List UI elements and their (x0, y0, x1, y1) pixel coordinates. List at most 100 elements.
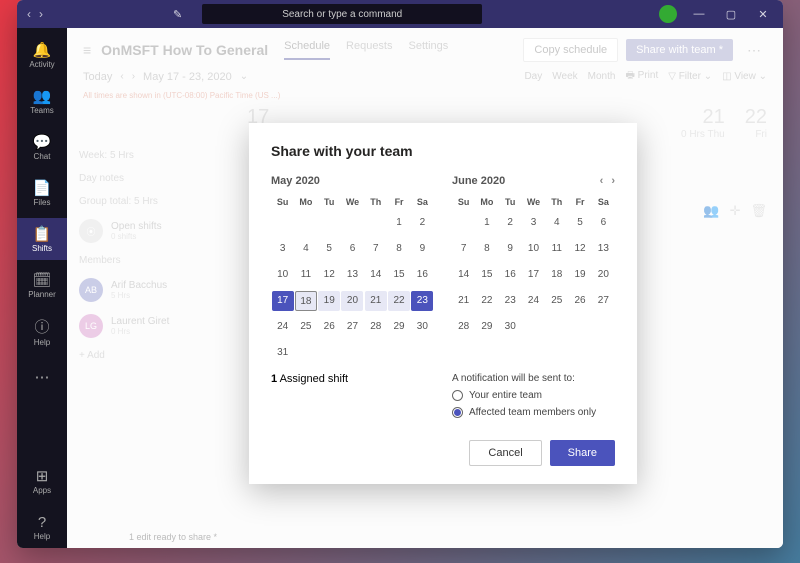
calendar-day[interactable]: 4 (295, 239, 317, 259)
calendar-day[interactable]: 21 (365, 291, 387, 311)
calendar-day[interactable]: 29 (476, 317, 498, 337)
rail-help2[interactable]: ?Help (17, 506, 67, 548)
calendar-day[interactable]: 14 (365, 265, 387, 285)
radio-affected-only[interactable]: Affected team members only (452, 407, 615, 418)
day-of-week: Mo (294, 197, 317, 207)
month-label: June 2020 (452, 175, 505, 187)
share-button[interactable]: Share (550, 440, 615, 466)
calendar-day[interactable]: 11 (295, 265, 317, 285)
calendar-day[interactable]: 26 (569, 291, 591, 311)
rail-help[interactable]: ⓘHelp (17, 310, 67, 352)
calendar-day[interactable]: 13 (341, 265, 363, 285)
rail-apps[interactable]: ⊞Apps (17, 460, 67, 502)
rail-files[interactable]: 📄Files (17, 172, 67, 214)
day-of-week: Su (271, 197, 294, 207)
day-of-week: Fr (387, 197, 410, 207)
calendar-day[interactable]: 23 (411, 291, 433, 311)
planner-icon: 🗓 (32, 271, 51, 289)
calendar-day[interactable]: 17 (522, 265, 544, 285)
rail-planner[interactable]: 🗓Planner (17, 264, 67, 306)
calendar-day[interactable]: 7 (453, 239, 475, 259)
rail-more[interactable]: ⋯ (17, 356, 67, 398)
calendar-day[interactable]: 28 (365, 317, 387, 337)
nav-forward-icon[interactable]: › (39, 7, 43, 21)
calendar-day[interactable]: 2 (411, 213, 433, 233)
calendar-day[interactable]: 27 (592, 291, 614, 311)
calendar-day[interactable]: 7 (365, 239, 387, 259)
calendar-day[interactable]: 8 (388, 239, 410, 259)
calendar-day[interactable]: 21 (453, 291, 475, 311)
calendar-day[interactable]: 30 (499, 317, 521, 337)
calendar-day[interactable]: 16 (411, 265, 433, 285)
calendar-day[interactable]: 16 (499, 265, 521, 285)
calendar-day[interactable]: 20 (341, 291, 363, 311)
cal-prev-icon[interactable]: ‹ (600, 175, 604, 187)
calendar-day[interactable]: 14 (453, 265, 475, 285)
calendar-day[interactable]: 12 (569, 239, 591, 259)
calendar-day[interactable]: 1 (476, 213, 498, 233)
calendar-day[interactable]: 29 (388, 317, 410, 337)
calendar-day[interactable]: 15 (388, 265, 410, 285)
user-avatar[interactable] (659, 5, 677, 23)
minimize-button[interactable]: — (689, 8, 709, 20)
calendar-day[interactable]: 6 (592, 213, 614, 233)
rail-chat[interactable]: 💬Chat (17, 126, 67, 168)
calendar-day[interactable]: 20 (592, 265, 614, 285)
calendar-day[interactable]: 5 (318, 239, 340, 259)
calendar-day[interactable]: 31 (272, 343, 294, 363)
radio-icon (452, 407, 463, 418)
calendar-day[interactable]: 25 (546, 291, 568, 311)
calendar-day[interactable]: 3 (522, 213, 544, 233)
calendar-day[interactable]: 28 (453, 317, 475, 337)
maximize-button[interactable]: ▢ (721, 8, 741, 21)
calendar-day[interactable]: 4 (546, 213, 568, 233)
compose-icon[interactable]: ✎ (173, 8, 182, 21)
search-input[interactable]: Search or type a command (202, 4, 482, 24)
titlebar: ‹ › ✎ Search or type a command — ▢ ✕ (17, 0, 783, 28)
day-of-week: Fr (568, 197, 591, 207)
calendar-day[interactable]: 23 (499, 291, 521, 311)
radio-entire-team[interactable]: Your entire team (452, 390, 615, 401)
share-modal: Share with your team May 2020 SuMoTuWeTh… (249, 123, 637, 484)
calendar-day[interactable]: 15 (476, 265, 498, 285)
calendar-day[interactable]: 18 (546, 265, 568, 285)
calendar-day[interactable]: 2 (499, 213, 521, 233)
rail-teams[interactable]: 👥Teams (17, 80, 67, 122)
calendar-day[interactable]: 13 (592, 239, 614, 259)
day-of-week: Th (364, 197, 387, 207)
calendar-day[interactable]: 25 (295, 317, 317, 337)
calendar-day[interactable]: 12 (318, 265, 340, 285)
calendar-day[interactable]: 3 (272, 239, 294, 259)
calendar-day[interactable]: 22 (476, 291, 498, 311)
cal-next-icon[interactable]: › (611, 175, 615, 187)
calendar-day[interactable]: 5 (569, 213, 591, 233)
cancel-button[interactable]: Cancel (469, 440, 541, 466)
calendar-day[interactable]: 9 (499, 239, 521, 259)
rail-activity[interactable]: 🔔Activity (17, 34, 67, 76)
calendar-day[interactable]: 10 (272, 265, 294, 285)
calendar-day[interactable]: 1 (388, 213, 410, 233)
calendar-day[interactable]: 6 (341, 239, 363, 259)
calendar-day[interactable]: 17 (272, 291, 294, 311)
calendar-day[interactable]: 19 (569, 265, 591, 285)
calendar-day[interactable]: 9 (411, 239, 433, 259)
calendar-day[interactable]: 10 (522, 239, 544, 259)
calendar-day[interactable]: 24 (522, 291, 544, 311)
calendar-day[interactable]: 11 (546, 239, 568, 259)
calendar-day[interactable]: 22 (388, 291, 410, 311)
calendar-day[interactable]: 30 (411, 317, 433, 337)
calendar-day[interactable]: 18 (295, 291, 317, 311)
calendar-day[interactable]: 19 (318, 291, 340, 311)
assigned-shift-count: 1 Assigned shift (271, 373, 434, 418)
rail-shifts[interactable]: 📋Shifts (17, 218, 67, 260)
day-of-week: Tu (499, 197, 522, 207)
calendar-day[interactable]: 27 (341, 317, 363, 337)
nav-back-icon[interactable]: ‹ (27, 7, 31, 21)
calendar-day[interactable]: 8 (476, 239, 498, 259)
radio-icon (452, 390, 463, 401)
calendar-day[interactable]: 26 (318, 317, 340, 337)
calendar-day[interactable]: 24 (272, 317, 294, 337)
day-of-week: Sa (592, 197, 615, 207)
close-button[interactable]: ✕ (753, 8, 773, 21)
more-icon: ⋯ (35, 368, 50, 386)
